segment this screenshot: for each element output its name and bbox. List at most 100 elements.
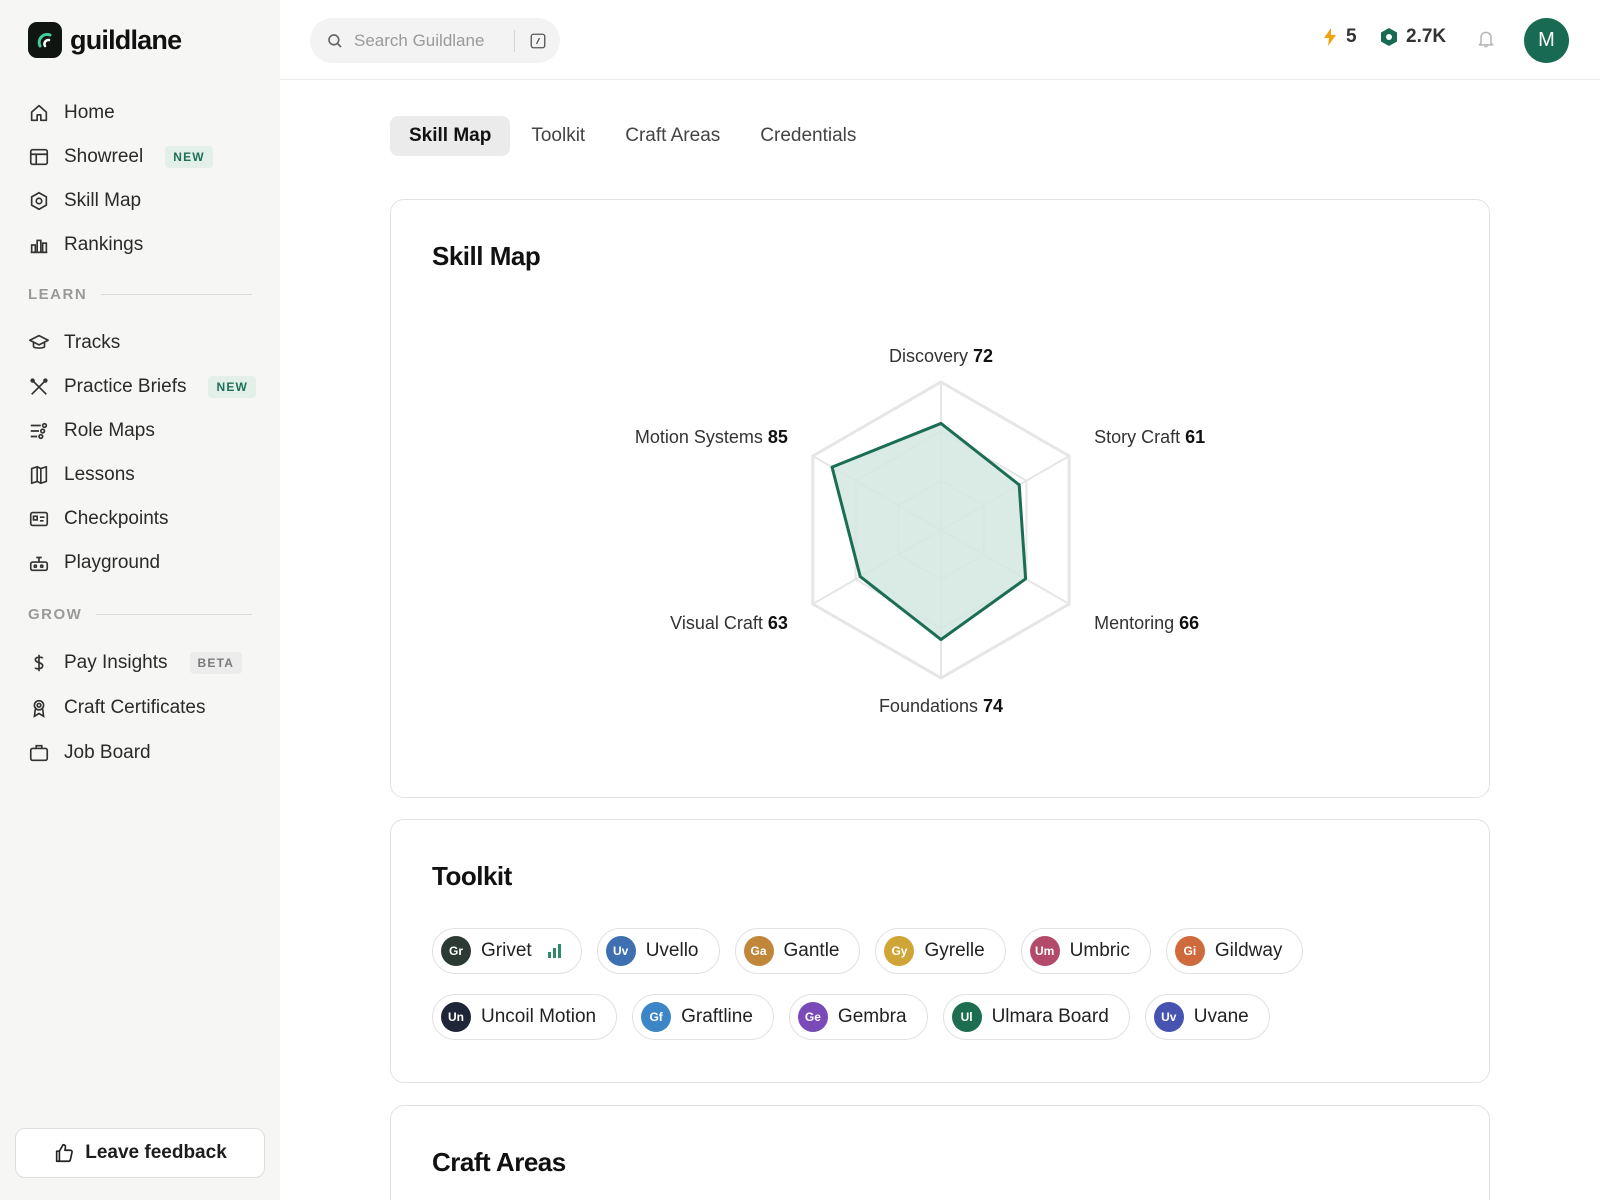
tab-credentials[interactable]: Credentials: [741, 116, 875, 156]
sidebar-item-role-maps[interactable]: Role Maps: [28, 413, 155, 449]
sidebar-item-label: Home: [64, 102, 115, 123]
skill-level-icon: [547, 944, 561, 958]
tool-name: Gantle: [783, 940, 840, 961]
radar-axis-label: Story Craft 61: [1094, 427, 1205, 447]
sidebar-item-label: Playground: [64, 552, 161, 573]
sidebar-item-lessons[interactable]: Lessons: [28, 457, 135, 493]
grow-section-heading: GROW: [28, 606, 252, 623]
tool-name: Graftline: [681, 1006, 753, 1027]
tool-logo-icon: Um: [1029, 936, 1060, 966]
sidebar-item-skill-map[interactable]: Skill Map: [28, 183, 141, 219]
radar-axis-label: Motion Systems 85: [635, 427, 788, 447]
radar-series-area: [830, 421, 1028, 642]
toolkit-chip[interactable]: Ga Gantle: [734, 928, 861, 974]
sidebar: guildlane Home Showreel NEW Skill Map Ra…: [0, 0, 280, 1200]
tool-logo-icon: Uv: [605, 936, 636, 966]
search-box[interactable]: [310, 18, 560, 63]
streak-counter[interactable]: 5: [1322, 26, 1357, 48]
radar-axis-label: Mentoring 66: [1094, 613, 1199, 633]
radar-axis-name: Mentoring: [1094, 613, 1179, 633]
radar-axis-value: 72: [973, 346, 993, 366]
tool-name: Ulmara Board: [991, 1006, 1109, 1027]
tool-logo-icon: Gy: [884, 936, 915, 966]
tab-skill-map[interactable]: Skill Map: [390, 116, 511, 156]
list-filter-icon: [30, 422, 48, 440]
sidebar-item-label: Checkpoints: [64, 508, 169, 529]
radar-axis-value: 85: [768, 427, 788, 447]
sidebar-item-label: Lessons: [64, 464, 135, 485]
search-input[interactable]: [354, 30, 514, 51]
sidebar-item-label: Role Maps: [64, 420, 155, 441]
sidebar-item-label: Showreel: [64, 146, 144, 167]
tool-name: Gembra: [837, 1006, 907, 1027]
toolkit-chip[interactable]: Gf Graftline: [632, 994, 774, 1040]
radar-axis-name: Motion Systems: [635, 427, 768, 447]
award-icon: [33, 699, 45, 718]
tool-name: Grivet: [481, 940, 532, 961]
sidebar-item-tracks[interactable]: Tracks: [28, 325, 120, 361]
avatar[interactable]: M: [1524, 18, 1569, 63]
craft-areas-card: Craft Areas: [390, 1105, 1490, 1200]
tool-logo-icon: Gi: [1174, 936, 1205, 966]
toolkit-chip[interactable]: Uv Uvane: [1144, 994, 1270, 1040]
toolkit-chip[interactable]: Ul Ulmara Board: [942, 994, 1130, 1040]
sidebar-item-rankings[interactable]: Rankings: [28, 227, 143, 263]
tool-logo-icon: Uv: [1153, 1002, 1184, 1032]
sidebar-item-job-board[interactable]: Job Board: [28, 735, 151, 771]
sidebar-item-label: Practice Briefs: [64, 376, 187, 397]
top-bar: 5 2.7K M: [280, 0, 1600, 80]
toolkit-chip[interactable]: Um Umbric: [1020, 928, 1151, 974]
toolkit-card: Toolkit Gr Grivet Uv Uvello Ga Gantle Gy Gyrell…: [390, 819, 1490, 1083]
hexagon-icon: [30, 191, 48, 211]
lightning-icon: [1324, 28, 1336, 46]
sidebar-item-pay-insights[interactable]: Pay Insights BETA: [28, 645, 243, 681]
leave-feedback-label: Leave feedback: [85, 1142, 227, 1163]
toolkit-chip[interactable]: Gy Gyrelle: [875, 928, 1006, 974]
app-name: guildlane: [70, 24, 182, 55]
tool-name: Uvane: [1193, 1006, 1249, 1027]
home-icon: [30, 104, 48, 122]
toolkit-title: Toolkit: [432, 861, 512, 891]
sidebar-item-craft-certificates[interactable]: Craft Certificates: [28, 690, 205, 726]
sidebar-item-label: Craft Certificates: [64, 697, 206, 718]
sidebar-item-home[interactable]: Home: [28, 95, 115, 131]
radar-axis-name: Visual Craft: [670, 613, 768, 633]
tool-logo-icon: Gf: [641, 1002, 672, 1032]
craft-areas-title: Craft Areas: [432, 1147, 566, 1177]
toolkit-chip[interactable]: Ge Gembra: [788, 994, 928, 1040]
streak-value: 5: [1346, 26, 1357, 47]
sidebar-item-label: Skill Map: [64, 190, 142, 211]
hexagon-gem-icon: [1381, 28, 1397, 46]
sidebar-item-practice-briefs[interactable]: Practice Briefs NEW: [28, 369, 257, 405]
tool-name: Umbric: [1069, 940, 1130, 961]
toolkit-chip[interactable]: Gi Gildway: [1165, 928, 1304, 974]
bar-chart-icon: [30, 239, 48, 254]
radar-axis-value: 74: [983, 696, 1003, 716]
radar-axis-name: Story Craft: [1094, 427, 1185, 447]
toolkit-chip[interactable]: Un Uncoil Motion: [432, 994, 618, 1040]
sidebar-item-playground[interactable]: Playground: [28, 545, 160, 581]
sidebar-item-label: Tracks: [64, 332, 121, 353]
logo[interactable]: guildlane: [28, 22, 182, 58]
toolkit-chip[interactable]: Uv Uvello: [596, 928, 720, 974]
tab-craft-areas[interactable]: Craft Areas: [606, 116, 739, 156]
bell-icon: [1478, 31, 1494, 48]
toolkit-chip[interactable]: Gr Grivet: [432, 928, 582, 974]
points-counter[interactable]: 2.7K: [1380, 26, 1446, 48]
radar-axis-label: Discovery 72: [889, 346, 993, 366]
tool-logo-icon: Ga: [743, 936, 774, 966]
notifications-button[interactable]: [1476, 28, 1496, 55]
game-controller-icon: [29, 556, 49, 572]
leave-feedback-button[interactable]: Leave feedback: [15, 1128, 265, 1178]
sidebar-item-label: Pay Insights: [64, 652, 168, 673]
search-icon: [328, 33, 342, 48]
radar-axis-value: 61: [1185, 427, 1205, 447]
tools-icon: [30, 378, 48, 395]
tool-name: Uncoil Motion: [481, 1006, 597, 1027]
layout-icon: [29, 148, 49, 166]
sidebar-item-checkpoints[interactable]: Checkpoints: [28, 501, 169, 537]
section-tabs: Skill Map Toolkit Craft Areas Credential…: [390, 116, 875, 156]
slash-shortcut-icon: [530, 33, 546, 48]
sidebar-item-showreel[interactable]: Showreel NEW: [28, 139, 213, 175]
tab-toolkit[interactable]: Toolkit: [512, 116, 604, 156]
